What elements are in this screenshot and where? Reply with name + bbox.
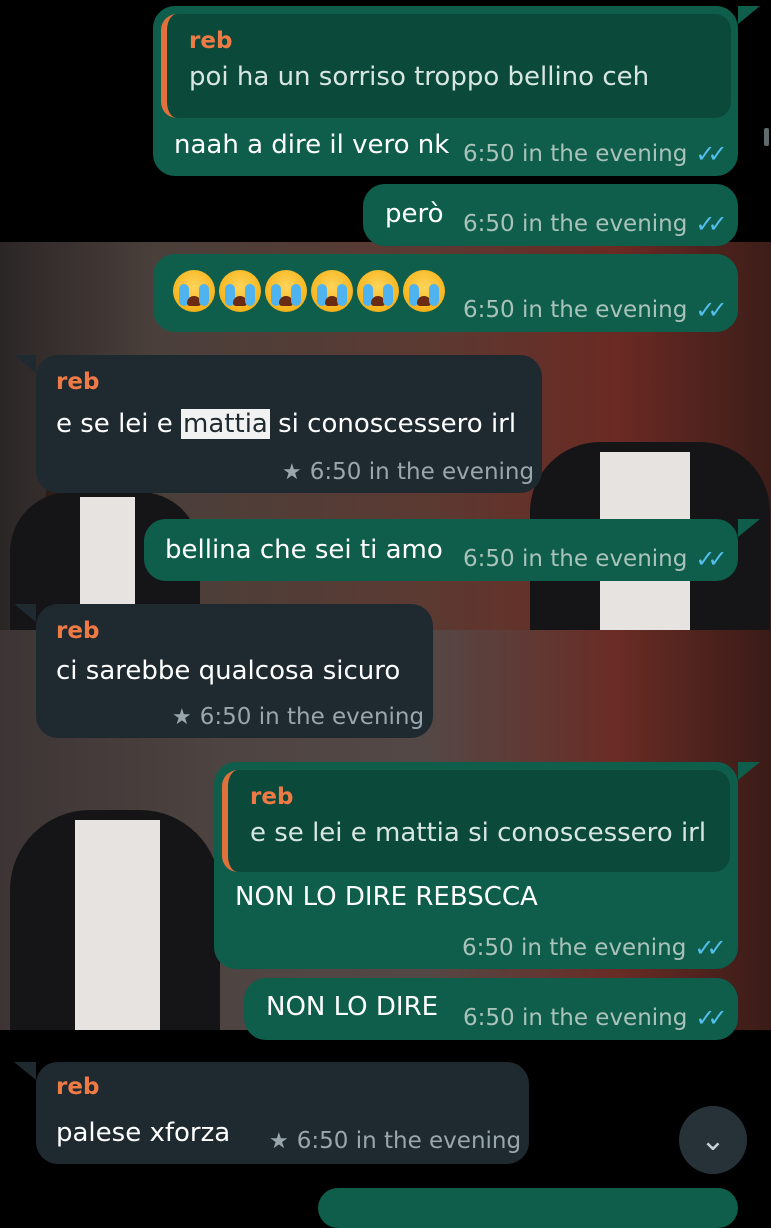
message-time: 6:50 in the evening — [309, 459, 535, 485]
message-text: NON LO DIRE REBSCCA — [235, 882, 538, 912]
message-text: ci sarebbe qualcosa sicuro — [56, 656, 401, 686]
bubble-tail — [14, 1062, 36, 1080]
bubble-tail — [738, 519, 760, 537]
message-meta: 6:50 in the evening ✓✓ — [463, 140, 728, 168]
message-text: però — [385, 199, 444, 229]
double-check-icon: ✓✓ — [694, 934, 726, 962]
double-check-icon: ✓✓ — [695, 296, 727, 324]
message-meta: 6:50 in the evening ✓✓ — [463, 210, 728, 238]
wallpaper-shirt-bottom-left — [75, 820, 160, 1030]
message-text-part: si conoscessero irl — [269, 409, 517, 439]
message-bubble-outgoing[interactable]: bellina che sei ti amo 6:50 in the eveni… — [144, 519, 738, 581]
message-text-part: e se lei e — [56, 409, 182, 439]
crying-face-icon — [219, 270, 261, 312]
message-bubble-outgoing-partial[interactable] — [318, 1188, 738, 1228]
quote-text: poi ha un sorriso troppo bellino ceh — [189, 62, 650, 92]
quote-text: e se lei e mattia si conoscessero irl — [250, 818, 707, 848]
message-bubble-outgoing[interactable]: NON LO DIRE 6:50 in the evening ✓✓ — [244, 978, 738, 1040]
message-text: e se lei e mattia si conoscessero irl — [56, 409, 516, 439]
sender-name: reb — [56, 369, 100, 395]
message-bubble-outgoing[interactable]: 6:50 in the evening ✓✓ — [153, 254, 738, 332]
message-meta: 6:50 in the evening ✓✓ — [463, 545, 728, 573]
message-bubble-outgoing[interactable]: reb e se lei e mattia si conoscessero ir… — [214, 762, 738, 969]
message-meta: 6:50 in the evening ✓✓ — [463, 296, 728, 324]
scroll-indicator — [764, 128, 769, 146]
chevron-double-down-icon: ⌄ — [700, 1122, 726, 1158]
scroll-to-bottom-button[interactable]: ⌄ — [679, 1106, 747, 1174]
message-meta: ★ 6:50 in the evening — [282, 459, 534, 485]
message-bubble-incoming[interactable]: reb ci sarebbe qualcosa sicuro ★ 6:50 in… — [36, 604, 433, 738]
message-time: 6:50 in the evening — [463, 297, 688, 323]
bubble-tail — [14, 355, 36, 373]
crying-face-icon — [173, 270, 215, 312]
message-time: 6:50 in the evening — [462, 935, 687, 961]
quoted-message[interactable]: reb e se lei e mattia si conoscessero ir… — [222, 770, 730, 872]
star-icon: ★ — [269, 1128, 289, 1154]
message-text: NON LO DIRE — [266, 992, 439, 1022]
bubble-tail — [14, 604, 36, 622]
message-meta: ★ 6:50 in the evening — [269, 1128, 521, 1154]
bubble-tail — [738, 6, 760, 24]
message-meta: 6:50 in the evening ✓✓ — [462, 934, 727, 962]
crying-face-icon — [357, 270, 399, 312]
quoted-message[interactable]: reb poi ha un sorriso troppo bellino ceh — [161, 14, 731, 118]
message-text: naah a dire il vero nk — [174, 130, 450, 160]
message-time: 6:50 in the evening — [463, 1005, 688, 1031]
double-check-icon: ✓✓ — [695, 545, 727, 573]
bubble-tail — [738, 762, 760, 780]
sender-name: reb — [56, 1074, 100, 1100]
crying-face-icon — [403, 270, 445, 312]
message-time: 6:50 in the evening — [463, 141, 688, 167]
message-time: 6:50 in the evening — [463, 546, 688, 572]
message-bubble-incoming[interactable]: reb palese xforza ★ 6:50 in the evening — [36, 1062, 529, 1164]
crying-face-icon — [311, 270, 353, 312]
message-bubble-incoming[interactable]: reb e se lei e mattia si conoscessero ir… — [36, 355, 542, 493]
highlighted-word: mattia — [181, 409, 270, 439]
message-text: palese xforza — [56, 1118, 231, 1148]
message-time: 6:50 in the evening — [199, 704, 425, 730]
message-meta: ★ 6:50 in the evening — [172, 704, 424, 730]
double-check-icon: ✓✓ — [695, 1004, 727, 1032]
quote-sender: reb — [250, 784, 294, 810]
message-bubble-outgoing[interactable]: reb poi ha un sorriso troppo bellino ceh… — [153, 6, 738, 176]
double-check-icon: ✓✓ — [695, 210, 727, 238]
crying-face-icon — [265, 270, 307, 312]
message-text: bellina che sei ti amo — [165, 535, 443, 565]
quote-sender: reb — [189, 28, 233, 54]
emoji-row — [173, 270, 445, 312]
message-bubble-outgoing[interactable]: però 6:50 in the evening ✓✓ — [363, 184, 738, 246]
message-time: 6:50 in the evening — [463, 211, 688, 237]
sender-name: reb — [56, 618, 100, 644]
message-time: 6:50 in the evening — [296, 1128, 522, 1154]
double-check-icon: ✓✓ — [695, 140, 727, 168]
star-icon: ★ — [282, 459, 302, 485]
message-meta: 6:50 in the evening ✓✓ — [463, 1004, 728, 1032]
star-icon: ★ — [172, 704, 192, 730]
